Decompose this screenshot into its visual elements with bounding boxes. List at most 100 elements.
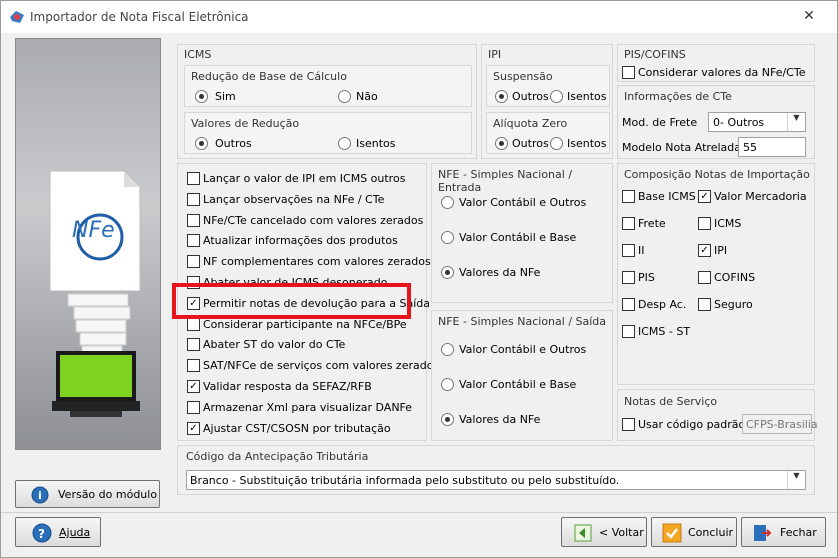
composicao-label: II bbox=[638, 244, 645, 257]
composicao-checkbox[interactable] bbox=[698, 217, 711, 230]
composicao-checkbox[interactable] bbox=[622, 325, 635, 338]
valores-outros-label: Outros bbox=[215, 137, 252, 150]
voltar-label: < Voltar bbox=[599, 526, 644, 539]
option-checkbox[interactable] bbox=[187, 338, 200, 352]
sn-entrada-opt3-radio[interactable] bbox=[441, 266, 454, 279]
option-checkbox[interactable] bbox=[187, 192, 200, 206]
composicao-label: Base ICMS bbox=[638, 190, 696, 203]
svg-text:i: i bbox=[38, 489, 42, 502]
composicao-checkbox[interactable] bbox=[698, 271, 711, 284]
fechar-label: Fechar bbox=[780, 526, 817, 539]
sn-saida-opt1-label: Valor Contábil e Outros bbox=[459, 343, 587, 356]
suspensao-group: Suspensão Outros Isentos bbox=[486, 65, 610, 107]
version-button-label: Versão do módulo bbox=[58, 488, 158, 501]
help-icon: ? bbox=[32, 523, 52, 543]
concluir-button[interactable]: Concluir bbox=[651, 517, 737, 547]
highlight-box bbox=[172, 283, 411, 319]
ajuda-label: Ajuda bbox=[59, 526, 91, 539]
option-checkbox[interactable] bbox=[187, 359, 200, 373]
sn-entrada-opt2-radio[interactable] bbox=[441, 231, 454, 244]
option-checkbox[interactable] bbox=[187, 234, 200, 248]
importer-window: Importador de Nota Fiscal Eletrônica ✕ N… bbox=[0, 0, 838, 558]
composicao-checkbox[interactable] bbox=[622, 217, 635, 230]
valores-outros-radio[interactable] bbox=[195, 137, 208, 150]
mod-frete-value: 0- Outros bbox=[713, 116, 765, 129]
composicao-checkbox[interactable] bbox=[622, 244, 635, 257]
composicao-label: Valor Mercadoria bbox=[714, 190, 807, 203]
composicao-title: Composição Notas de Importação bbox=[624, 168, 810, 181]
fechar-button[interactable]: Fechar bbox=[741, 517, 826, 547]
sn-saida-opt3-radio[interactable] bbox=[441, 413, 454, 426]
concluir-label: Concluir bbox=[688, 526, 734, 539]
nfe-logo-text: NFe bbox=[72, 218, 115, 243]
antecipacao-select[interactable]: Branco - Substituição tributária informa… bbox=[186, 470, 806, 490]
nota-atrelada-input[interactable]: 55 bbox=[738, 137, 806, 157]
option-label: Lançar o valor de IPI em ICMS outros bbox=[203, 172, 406, 185]
option-label: Abater ST do valor do CTe bbox=[203, 338, 346, 352]
composicao-label: Frete bbox=[638, 217, 666, 230]
sn-saida-opt2-label: Valor Contábil e Base bbox=[459, 378, 577, 391]
option-checkbox[interactable] bbox=[187, 400, 200, 414]
sn-saida-opt1-radio[interactable] bbox=[441, 343, 454, 356]
composicao-checkbox[interactable] bbox=[622, 271, 635, 284]
suspensao-isentos-radio[interactable] bbox=[550, 90, 563, 103]
option-label: NF complementares com valores zerados bbox=[203, 255, 431, 269]
option-checkbox[interactable] bbox=[187, 172, 200, 185]
suspensao-isentos-label: Isentos bbox=[567, 90, 607, 103]
valores-isentos-radio[interactable] bbox=[338, 137, 351, 150]
composicao-checkbox[interactable] bbox=[622, 298, 635, 311]
side-banner: NFe bbox=[15, 38, 161, 450]
option-checkbox[interactable] bbox=[187, 317, 200, 331]
close-icon[interactable]: ✕ bbox=[797, 5, 821, 27]
title-bar: Importador de Nota Fiscal Eletrônica ✕ bbox=[1, 1, 837, 33]
sn-entrada-opt1-radio[interactable] bbox=[441, 196, 454, 209]
considerar-nfe-checkbox[interactable] bbox=[622, 66, 635, 79]
mod-frete-select[interactable]: 0- Outros ▼ bbox=[708, 112, 806, 132]
aliquota-isentos-radio[interactable] bbox=[550, 137, 563, 150]
option-label: Lançar observações na NFe / CTe bbox=[203, 192, 385, 206]
codigo-padrao-label: Usar código padrão bbox=[638, 418, 746, 431]
composicao-label: Desp Ac. bbox=[638, 298, 687, 311]
reducao-sim-radio[interactable] bbox=[195, 90, 208, 103]
option-checkbox[interactable]: ✓ bbox=[187, 380, 200, 393]
suspensao-outros-radio[interactable] bbox=[495, 90, 508, 103]
sn-saida-opt2-radio[interactable] bbox=[441, 378, 454, 391]
valores-reducao-group: Valores de Redução Outros Isentos bbox=[184, 112, 472, 154]
reducao-nao-radio[interactable] bbox=[338, 90, 351, 103]
option-checkbox[interactable] bbox=[187, 255, 200, 269]
sn-saida-group: NFE - Simples Nacional / Saída Valor Con… bbox=[431, 310, 613, 441]
icms-title: ICMS bbox=[184, 48, 212, 61]
composicao-checkbox[interactable] bbox=[622, 190, 635, 203]
considerar-nfe-label: Considerar valores da NFe/CTe bbox=[638, 66, 806, 79]
option-label: Armazenar Xml para visualizar DANFe bbox=[203, 400, 413, 414]
codigo-padrao-input[interactable]: CFPS-Brasilia bbox=[742, 414, 818, 434]
version-button[interactable]: i Versão do módulo bbox=[15, 480, 160, 508]
reducao-nao-label: Não bbox=[356, 90, 378, 103]
option-label: Ajustar CST/CSOSN por tributação bbox=[203, 421, 391, 435]
ajuda-button[interactable]: ? Ajuda bbox=[15, 517, 101, 547]
app-icon bbox=[10, 11, 24, 23]
voltar-button[interactable]: < Voltar bbox=[561, 517, 647, 547]
composicao-label: PIS bbox=[638, 271, 655, 284]
option-checkbox[interactable]: ✓ bbox=[187, 421, 200, 435]
ipi-title: IPI bbox=[488, 48, 502, 61]
composicao-checkbox[interactable]: ✓ bbox=[698, 190, 711, 203]
aliquota-outros-radio[interactable] bbox=[495, 137, 508, 150]
cte-group: Informações de CTe Mod. de Frete 0- Outr… bbox=[617, 85, 815, 159]
codigo-padrao-checkbox[interactable] bbox=[622, 418, 635, 431]
composicao-checkbox[interactable] bbox=[698, 298, 711, 311]
sn-saida-title: NFE - Simples Nacional / Saída bbox=[438, 315, 607, 328]
ipi-group: IPI Suspensão Outros Isentos Alíquota Ze… bbox=[481, 44, 613, 159]
option-label: SAT/NFCe de serviços com valores zerados bbox=[203, 359, 440, 373]
option-checkbox[interactable] bbox=[187, 213, 200, 227]
servico-group: Notas de Serviço Usar código padrão CFPS… bbox=[617, 389, 818, 441]
composicao-label: IPI bbox=[714, 244, 728, 257]
composicao-group: Composição Notas de Importação Base ICMS… bbox=[617, 163, 815, 385]
aliquota-outros-label: Outros bbox=[512, 137, 549, 150]
reducao-base-title: Redução de Base de Cálculo bbox=[191, 70, 347, 83]
codigo-padrao-value: CFPS-Brasilia bbox=[746, 418, 818, 431]
pis-cofins-group: PIS/COFINS Considerar valores da NFe/CTe bbox=[617, 44, 815, 82]
check-icon bbox=[662, 523, 682, 543]
composicao-checkbox[interactable]: ✓ bbox=[698, 244, 711, 257]
antecipacao-group: Código da Antecipação Tributária Branco … bbox=[177, 445, 815, 495]
